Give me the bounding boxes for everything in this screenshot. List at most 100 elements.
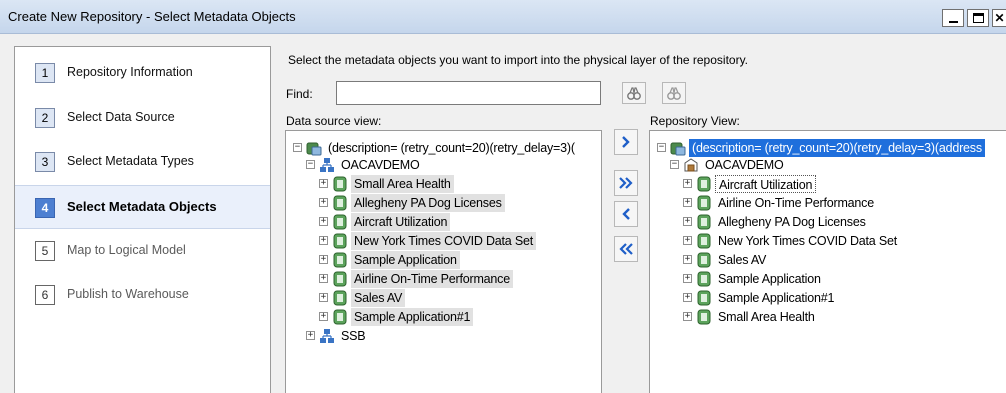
tree-node-label: SSB [341, 329, 366, 343]
tree-node-label: (description= (retry_count=20)(retry_del… [689, 139, 985, 157]
table-icon [697, 290, 711, 306]
double-chevron-right-icon [619, 177, 633, 189]
tree-node-label: Small Area Health [351, 175, 454, 193]
window-controls: ✕ [939, 9, 1006, 27]
tree-node-label: Small Area Health [718, 310, 815, 324]
collapse-icon[interactable]: − [293, 143, 302, 152]
database-icon [684, 158, 698, 172]
data-source-view-label: Data source view: [286, 114, 382, 128]
move-selected-left-button[interactable] [614, 201, 638, 227]
tree-node-label: Allegheny PA Dog Licenses [351, 194, 505, 212]
expand-icon[interactable]: + [683, 312, 692, 321]
tree-node-label: (description= (retry_count=20)(retry_del… [328, 141, 575, 155]
step-number: 4 [35, 198, 55, 218]
step-label: Select Data Source [67, 110, 175, 124]
expand-icon[interactable]: + [319, 293, 328, 302]
table-icon [333, 309, 347, 325]
table-icon [333, 252, 347, 268]
schema-icon [320, 158, 334, 172]
step-label: Repository Information [67, 65, 193, 79]
expand-icon[interactable]: + [319, 217, 328, 226]
tree-node-label: Airline On-Time Performance [351, 270, 513, 288]
close-button[interactable]: ✕ [992, 9, 1006, 27]
minimize-icon [949, 21, 958, 23]
binoculars-icon [667, 87, 681, 100]
database-connection-icon [670, 142, 686, 156]
table-icon [333, 290, 347, 306]
database-connection-icon [306, 142, 322, 156]
tree-node-label: OACAVDEMO [705, 158, 784, 172]
expand-icon[interactable]: + [319, 179, 328, 188]
expand-icon[interactable]: + [683, 274, 692, 283]
tree-node-label: Sample Application [351, 251, 460, 269]
repository-tree[interactable]: − (description= (retry_count=20)(retry_d… [649, 130, 1006, 393]
table-icon [333, 233, 347, 249]
maximize-button[interactable] [967, 9, 989, 27]
tree-node-label: OACAVDEMO [341, 158, 420, 172]
binoculars-icon [627, 87, 641, 100]
expand-icon[interactable]: + [683, 293, 692, 302]
step-map-to-logical-model[interactable]: 5 Map to Logical Model [15, 231, 270, 271]
expand-icon[interactable]: + [683, 198, 692, 207]
data-source-tree[interactable]: − (description= (retry_count=20)(retry_d… [285, 130, 602, 393]
collapse-icon[interactable]: − [657, 143, 666, 152]
step-label: Select Metadata Types [67, 154, 194, 168]
tree-node-label: Sample Application#1 [351, 308, 474, 326]
expand-icon[interactable]: + [319, 274, 328, 283]
find-input[interactable] [336, 81, 601, 105]
expand-icon[interactable]: + [683, 217, 692, 226]
maximize-icon [973, 13, 984, 23]
expand-icon[interactable]: + [319, 255, 328, 264]
expand-icon[interactable]: + [319, 312, 328, 321]
collapse-icon[interactable]: − [670, 160, 679, 169]
table-icon [697, 195, 711, 211]
tree-node-label: Sample Application [718, 272, 821, 286]
step-repository-information[interactable]: 1 Repository Information [15, 53, 270, 93]
tree-node-label: Airline On-Time Performance [718, 196, 874, 210]
instruction-text: Select the metadata objects you want to … [288, 53, 749, 67]
move-selected-right-button[interactable] [614, 129, 638, 155]
table-icon [697, 252, 711, 268]
step-select-metadata-objects[interactable]: 4 Select Metadata Objects [15, 185, 270, 229]
tree-node-label: Aircraft Utilization [715, 175, 817, 193]
table-icon [333, 271, 347, 287]
move-all-left-button[interactable] [614, 236, 638, 262]
chevron-left-icon [622, 208, 630, 220]
step-select-data-source[interactable]: 2 Select Data Source [15, 98, 270, 138]
repository-view-label: Repository View: [650, 114, 740, 128]
step-publish-to-warehouse[interactable]: 6 Publish to Warehouse [15, 275, 270, 315]
minimize-button[interactable] [942, 9, 964, 27]
title-bar: Create New Repository - Select Metadata … [0, 0, 1006, 34]
expand-icon[interactable]: + [319, 198, 328, 207]
expand-icon[interactable]: + [683, 179, 692, 188]
tree-node-label: New York Times COVID Data Set [718, 234, 897, 248]
move-all-right-button[interactable] [614, 170, 638, 196]
close-icon: ✕ [994, 11, 1005, 25]
expand-icon[interactable]: + [683, 236, 692, 245]
find-label: Find: [286, 87, 313, 101]
table-icon [697, 233, 711, 249]
tree-node-label: New York Times COVID Data Set [351, 232, 536, 250]
step-number: 6 [35, 285, 55, 305]
step-number: 2 [35, 108, 55, 128]
window-title: Create New Repository - Select Metadata … [8, 9, 296, 24]
step-number: 3 [35, 152, 55, 172]
schema-icon [320, 329, 334, 343]
find-previous-button[interactable] [662, 82, 686, 104]
step-select-metadata-types[interactable]: 3 Select Metadata Types [15, 142, 270, 182]
tree-node-label: Sales AV [351, 289, 406, 307]
find-next-button[interactable] [622, 82, 646, 104]
step-label: Select Metadata Objects [67, 199, 217, 214]
double-chevron-left-icon [619, 243, 633, 255]
collapse-icon[interactable]: − [306, 160, 315, 169]
wizard-steps-panel: 1 Repository Information 2 Select Data S… [14, 46, 271, 393]
table-icon [697, 176, 711, 192]
step-label: Map to Logical Model [67, 243, 186, 257]
table-icon [333, 176, 347, 192]
table-icon [333, 195, 347, 211]
tree-node-label: Allegheny PA Dog Licenses [718, 215, 866, 229]
expand-icon[interactable]: + [306, 331, 315, 340]
step-label: Publish to Warehouse [67, 287, 189, 301]
expand-icon[interactable]: + [319, 236, 328, 245]
expand-icon[interactable]: + [683, 255, 692, 264]
